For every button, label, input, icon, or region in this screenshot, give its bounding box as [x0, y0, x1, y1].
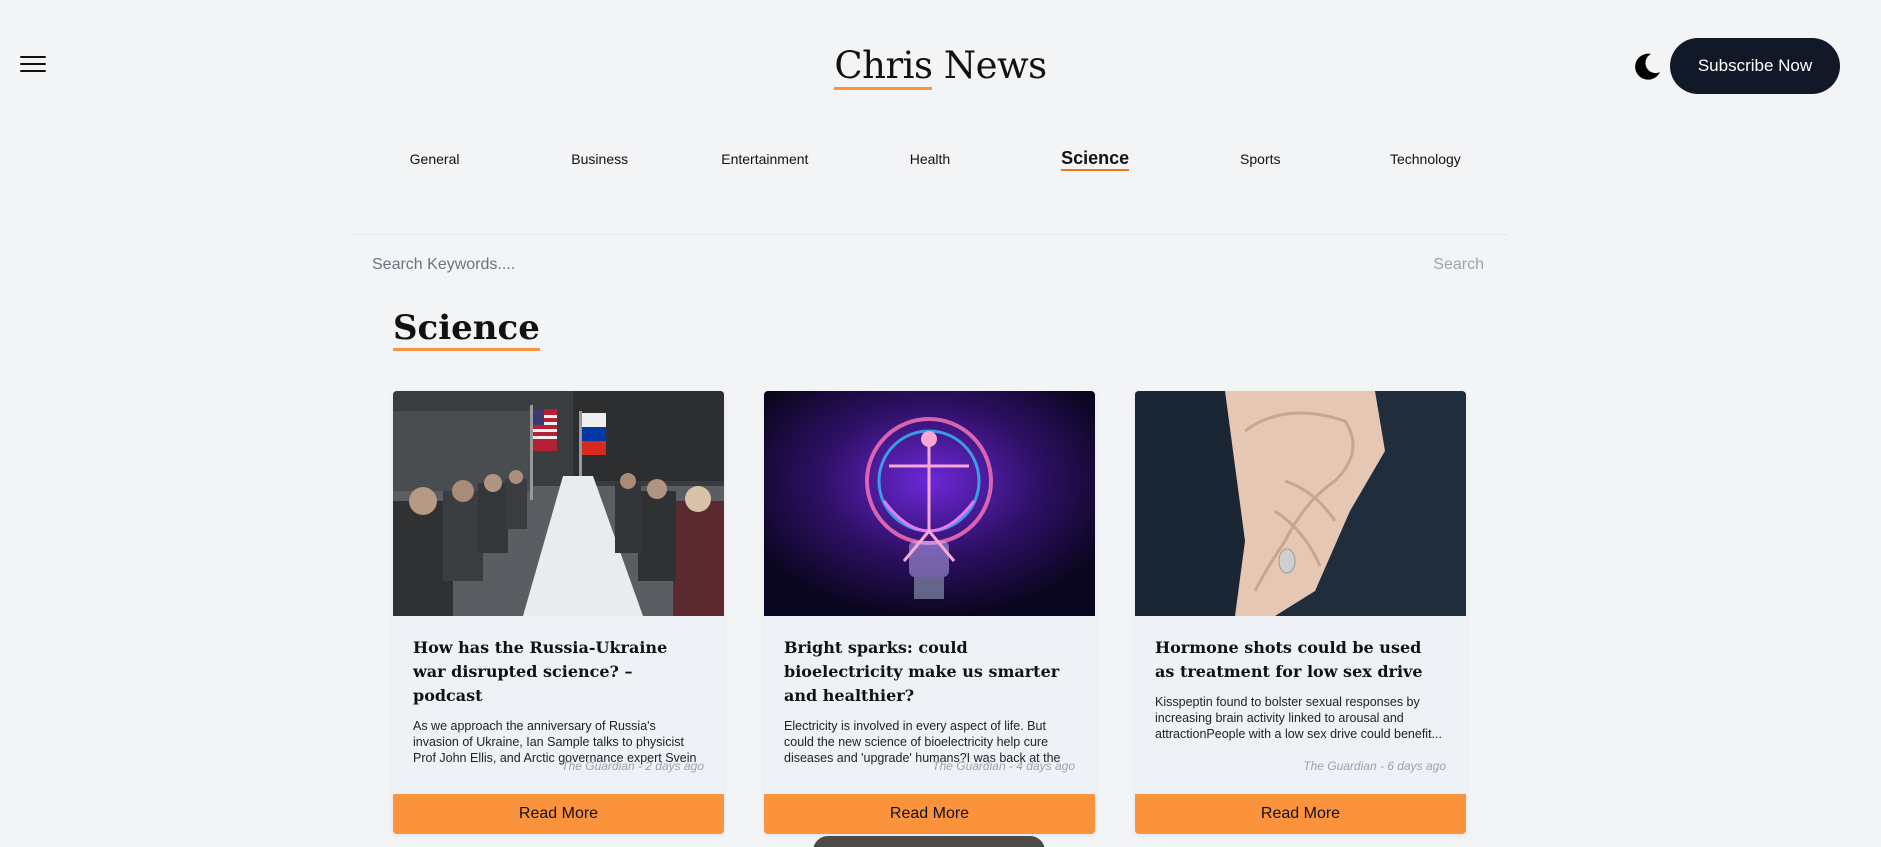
nav-item-entertainment[interactable]: Entertainment [695, 151, 835, 167]
section-title: Science [393, 308, 540, 351]
article-title[interactable]: Bright sparks: could bioelectricity make… [784, 636, 1075, 708]
brand-second-word: News [943, 44, 1047, 87]
search-button[interactable]: Search [1433, 256, 1508, 274]
article-summary: Kisspeptin found to bolster sexual respo… [1155, 695, 1442, 741]
scroll-indicator[interactable] [813, 836, 1045, 847]
search-bar: Search [352, 248, 1508, 282]
subscribe-button[interactable]: Subscribe Now [1670, 38, 1840, 94]
article-card: How has the Russia-Ukraine war disrupted… [393, 391, 724, 834]
article-card: Hormone shots could be used as treatment… [1135, 391, 1466, 834]
article-image[interactable] [393, 391, 724, 616]
article-title[interactable]: Hormone shots could be used as treatment… [1155, 636, 1446, 684]
brand-first-word: Chris [834, 44, 933, 90]
article-grid: How has the Russia-Ukraine war disrupted… [393, 391, 1466, 834]
nav-item-sports[interactable]: Sports [1190, 151, 1330, 167]
nav-item-health[interactable]: Health [860, 151, 1000, 167]
read-more-button[interactable]: Read More [764, 794, 1095, 834]
article-meta: The Guardian - 6 days ago [1303, 759, 1446, 773]
article-meta: The Guardian - 4 days ago [932, 759, 1075, 773]
article-title[interactable]: How has the Russia-Ukraine war disrupted… [413, 636, 704, 708]
site-logo[interactable]: Chris News [0, 44, 1881, 90]
article-image[interactable] [764, 391, 1095, 616]
article-image[interactable] [1135, 391, 1466, 616]
nav-item-business[interactable]: Business [530, 151, 670, 167]
article-meta: The Guardian - 2 days ago [561, 759, 704, 773]
search-input[interactable] [352, 248, 1434, 282]
read-more-button[interactable]: Read More [393, 794, 724, 834]
divider [352, 234, 1508, 235]
category-nav: General Business Entertainment Health Sc… [352, 148, 1508, 171]
moon-icon[interactable] [1631, 50, 1663, 82]
nav-item-science[interactable]: Science [1025, 148, 1165, 171]
nav-item-general[interactable]: General [365, 151, 505, 167]
read-more-button[interactable]: Read More [1135, 794, 1466, 834]
nav-item-technology[interactable]: Technology [1355, 151, 1495, 167]
article-card: Bright sparks: could bioelectricity make… [764, 391, 1095, 834]
